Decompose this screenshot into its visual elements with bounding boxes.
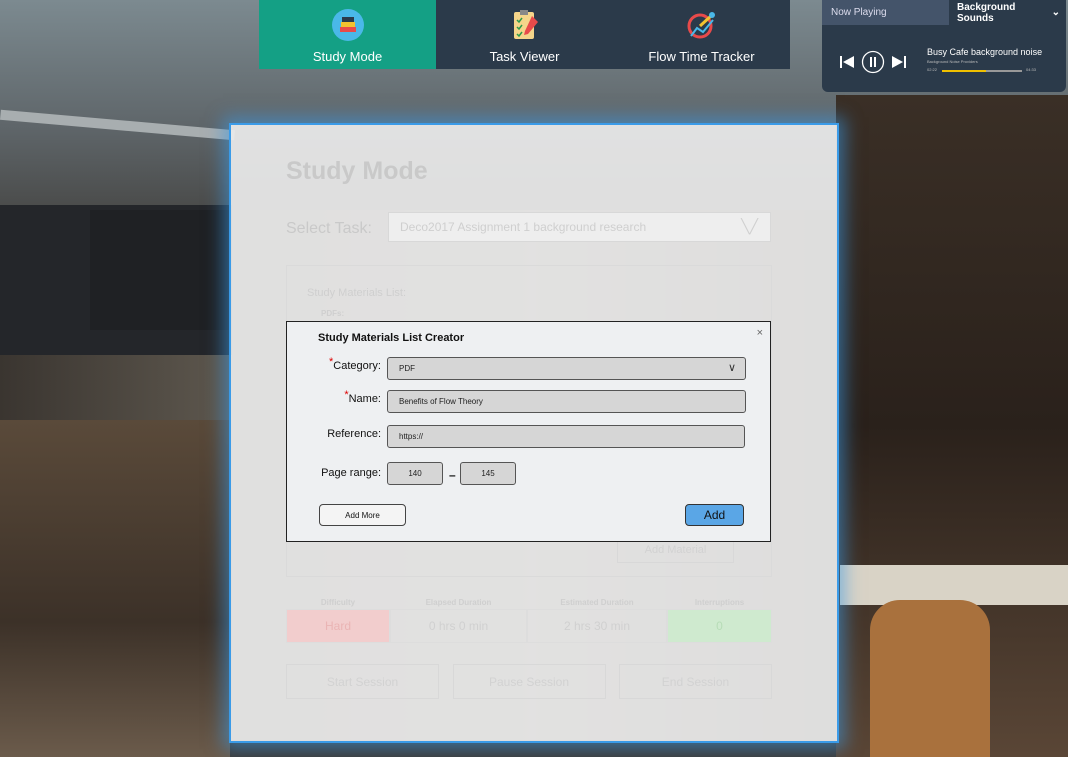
- books-icon: [331, 8, 365, 42]
- page-range-label: Page range:: [321, 467, 381, 479]
- range-dash: –: [449, 468, 456, 482]
- time-total: 04:33: [1026, 67, 1037, 72]
- top-navigation: Study Mode Task Viewer Flow Time Tracker: [259, 0, 790, 69]
- category-label: Category:: [333, 360, 381, 372]
- chart-icon: [685, 8, 719, 42]
- stat-header: Estimated Duration: [560, 598, 634, 607]
- stat-header: Difficulty: [320, 598, 356, 607]
- previous-icon[interactable]: [839, 54, 855, 70]
- materials-creator-dialog: Study Materials List Creator × * Categor…: [286, 321, 771, 542]
- stat-header: Elapsed Duration: [425, 598, 492, 607]
- track-title: Busy Cafe background noise: [927, 47, 1043, 57]
- page-from-value: 140: [408, 469, 422, 478]
- name-field[interactable]: Benefits of Flow Theory: [387, 390, 746, 413]
- nav-label: Task Viewer: [489, 49, 560, 64]
- reference-field[interactable]: https://: [387, 425, 745, 448]
- nav-flow-time-tracker[interactable]: Flow Time Tracker: [613, 0, 790, 69]
- pdfs-label: PDFs:: [321, 309, 345, 318]
- materials-label: Study Materials List:: [307, 287, 407, 299]
- end-session-button[interactable]: End Session: [619, 664, 772, 699]
- category-value: PDF: [399, 364, 415, 373]
- chevron-down-icon: ∨: [727, 362, 736, 374]
- nav-label: Flow Time Tracker: [648, 49, 755, 64]
- time-elapsed: 02:22: [927, 67, 938, 72]
- nav-study-mode[interactable]: Study Mode: [259, 0, 436, 69]
- difficulty-value: Hard: [286, 609, 390, 643]
- dialog-title: Study Materials List Creator: [318, 332, 465, 344]
- pause-icon[interactable]: [861, 50, 885, 74]
- chevron-down-icon: ⌄: [1051, 7, 1060, 18]
- interruptions-value: 0: [667, 609, 772, 643]
- music-player: Now Playing Background Sounds ⌄ Busy Caf…: [822, 0, 1066, 92]
- page-from-field[interactable]: 140: [387, 462, 443, 485]
- start-session-button[interactable]: Start Session: [286, 664, 439, 699]
- required-marker: *: [329, 356, 334, 368]
- close-icon[interactable]: ×: [757, 327, 763, 339]
- nav-task-viewer[interactable]: Task Viewer: [436, 0, 613, 69]
- name-label: Name:: [348, 393, 381, 405]
- pause-session-button[interactable]: Pause Session: [452, 664, 606, 699]
- chevron-down-icon: ╲╱: [741, 218, 758, 234]
- nav-label: Study Mode: [312, 49, 383, 64]
- sound-source-dropdown[interactable]: Background Sounds ⌄: [949, 0, 1066, 25]
- required-marker: *: [344, 389, 349, 401]
- add-button[interactable]: Add: [685, 504, 744, 526]
- page-title: Study Mode: [286, 157, 428, 185]
- reference-label: Reference:: [327, 428, 381, 440]
- elapsed-duration-value: 0 hrs 0 min: [390, 609, 527, 643]
- name-value: Benefits of Flow Theory: [399, 397, 483, 406]
- next-icon[interactable]: [891, 54, 907, 70]
- sound-source-label: Background Sounds: [957, 1, 1016, 24]
- select-task-label: Select Task:: [286, 220, 372, 237]
- track-provider: Background Noise Providers: [927, 59, 978, 64]
- task-select[interactable]: Deco2017 Assignment 1 background researc…: [388, 212, 771, 242]
- page-to-value: 145: [481, 469, 495, 478]
- reference-value: https://: [399, 432, 424, 441]
- estimated-duration-value: 2 hrs 30 min: [527, 609, 667, 643]
- page-to-field[interactable]: 145: [460, 462, 516, 485]
- checklist-icon: [508, 8, 542, 42]
- add-more-button[interactable]: Add More: [319, 504, 406, 526]
- task-select-value: Deco2017 Assignment 1 background researc…: [400, 220, 647, 234]
- category-select[interactable]: PDF ∨: [387, 357, 746, 380]
- now-playing-tab[interactable]: Now Playing: [822, 0, 949, 25]
- stat-header: Interruptions: [694, 598, 745, 607]
- progress-bar[interactable]: [942, 70, 1022, 72]
- session-stats: Difficulty Elapsed Duration Estimated Du…: [286, 598, 772, 643]
